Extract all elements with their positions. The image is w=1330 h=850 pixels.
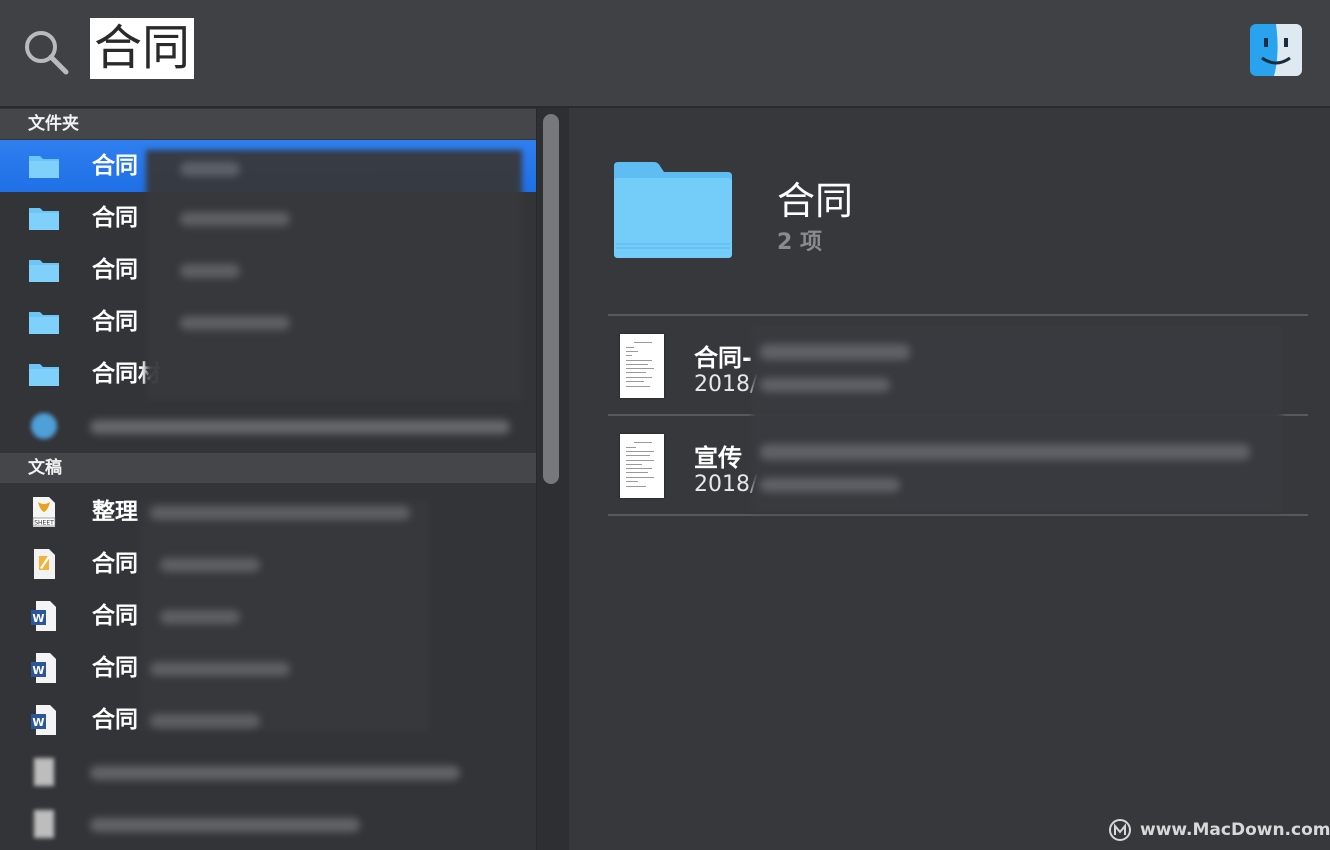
result-label: 合同 [92, 257, 138, 283]
folder-icon [29, 260, 59, 282]
result-label: 合同 [92, 551, 138, 577]
folder-icon [29, 364, 59, 386]
svg-text:SHEET: SHEET [34, 520, 54, 527]
result-label: 合同 [92, 603, 138, 629]
macdown-logo-icon [1109, 819, 1131, 841]
redacted-text [180, 162, 240, 176]
document-thumbnail-icon [620, 334, 664, 398]
redacted-text [150, 714, 260, 728]
file-name: 合同- [694, 344, 752, 372]
document-icon [34, 810, 54, 838]
document-icon [34, 758, 54, 786]
redacted-text [180, 212, 290, 226]
result-label: 合同 [92, 707, 138, 733]
redacted-text [90, 818, 360, 832]
document-thumbnail-icon [620, 434, 664, 498]
watermark-text: www.MacDown.com [1140, 820, 1330, 840]
file-name: 宣传 [694, 444, 742, 472]
redacted-text [760, 478, 900, 492]
redacted-text [90, 766, 460, 780]
svg-text:W: W [32, 664, 44, 677]
redacted-text [760, 444, 1250, 460]
search-icon [25, 31, 69, 75]
folder-icon [29, 312, 59, 334]
search-bar: 合同 [0, 0, 1330, 108]
svg-text:W: W [32, 612, 44, 625]
result-label: 整理 [92, 499, 138, 525]
app-icon [31, 413, 57, 439]
redacted-text [180, 264, 240, 278]
result-label: 合同 [92, 153, 138, 179]
finder-icon[interactable] [1250, 24, 1302, 76]
result-label: 合同 [92, 205, 138, 231]
folder-icon [614, 162, 732, 258]
redacted-text [160, 558, 260, 572]
redacted-text [760, 344, 910, 360]
redacted-text [160, 610, 240, 624]
section-header-documents: 文稿 [0, 453, 536, 483]
results-list: 文件夹 合同 合同 合同 合同 合同材 文稿 SHEET 整理 合同 W 合同 … [0, 108, 536, 850]
word-document-icon: W [31, 705, 56, 735]
divider [608, 514, 1308, 516]
redacted-text [760, 378, 890, 392]
preview-item-count: 2 项 [777, 230, 822, 255]
spotlight-window: 合同 文件夹 合同 合同 合同 合同 合同材 文稿 SHEET 整理 合同 W … [0, 0, 1330, 850]
redacted-text [150, 506, 410, 520]
folder-icon [29, 208, 59, 230]
file-date: 2018/ [694, 372, 758, 397]
section-header-folders: 文件夹 [0, 109, 536, 139]
folder-icon [29, 156, 59, 178]
search-input[interactable]: 合同 [90, 18, 195, 79]
sheet-document-icon: SHEET [32, 497, 56, 527]
watermark: www.MacDown.com [1108, 818, 1330, 842]
svg-text:W: W [32, 716, 44, 729]
result-label: 合同 [92, 309, 138, 335]
file-date: 2018/ [694, 472, 758, 497]
redacted-text [180, 316, 290, 330]
redacted-text [90, 420, 510, 434]
scrollbar-thumb[interactable] [543, 114, 559, 484]
pages-document-icon [34, 549, 55, 579]
preview-title: 合同 [777, 179, 854, 223]
word-document-icon: W [31, 653, 56, 683]
word-document-icon: W [31, 601, 56, 631]
redacted-text [150, 662, 290, 676]
result-label: 合同 [92, 655, 138, 681]
